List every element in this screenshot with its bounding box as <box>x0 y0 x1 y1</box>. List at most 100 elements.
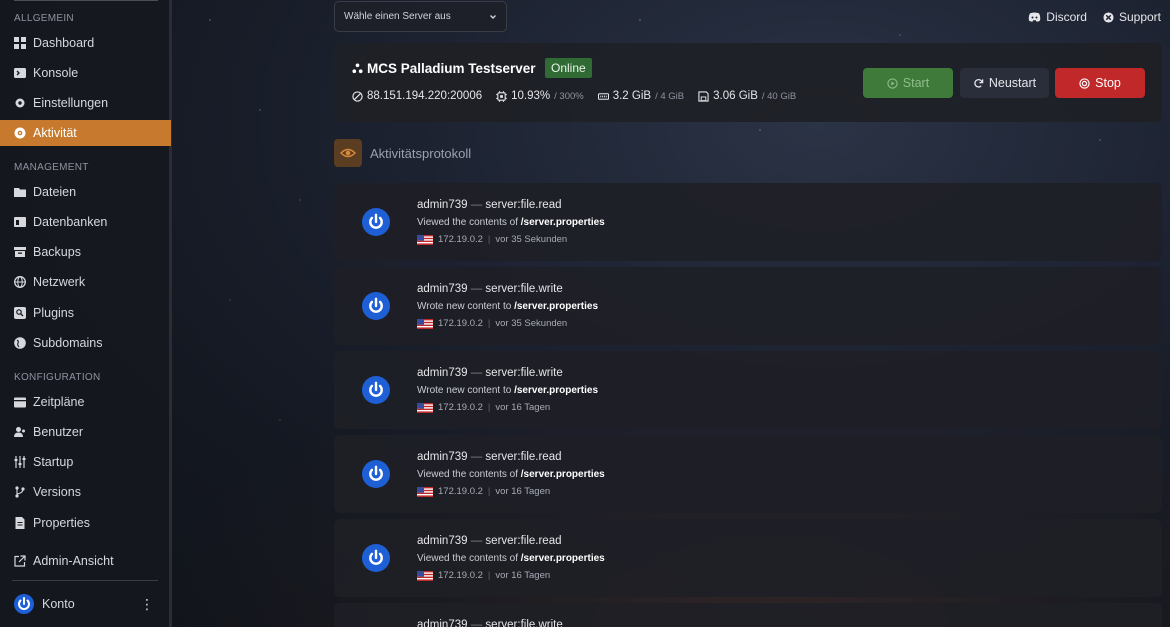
more-options-icon[interactable]: ⋮ <box>140 596 154 612</box>
sidebar-item-schedules[interactable]: Zeitpläne <box>0 389 171 415</box>
sidebar-item-backups[interactable]: Backups <box>0 239 171 265</box>
sidebar-item-label: Aktivität <box>33 126 77 140</box>
activity-heading: admin739 — server:file.write <box>417 283 563 295</box>
sidebar-item-settings[interactable]: Einstellungen <box>0 90 171 116</box>
archive-icon <box>14 246 26 258</box>
activity-row[interactable]: admin739 — server:file.read Viewed the c… <box>334 435 1162 513</box>
server-stats: 88.151.194.220:20006 10.93% / 300% 3.2 G… <box>352 90 796 102</box>
globe-icon <box>14 276 26 288</box>
power-icon <box>369 213 383 229</box>
server-select[interactable]: Wähle einen Server aus <box>334 1 507 32</box>
support-link[interactable]: Support <box>1103 10 1161 24</box>
sidebar-item-label: Zeitpläne <box>33 395 85 409</box>
git-branch-icon <box>14 486 26 498</box>
sidebar-item-subdomains[interactable]: Subdomains <box>0 330 171 356</box>
activity-meta: 172.19.0.2 | vor 16 Tagen <box>417 486 550 497</box>
stop-button[interactable]: Stop <box>1055 68 1145 98</box>
page-title: Aktivitätsprotokoll <box>370 146 472 161</box>
discord-label: Discord <box>1046 10 1087 24</box>
terminal-icon <box>14 67 26 79</box>
users-icon <box>14 426 26 438</box>
activity-description: Wrote new content to /server.properties <box>417 301 598 312</box>
activity-row[interactable]: admin739 — server:file.write Wrote new c… <box>334 351 1162 429</box>
sidebar-item-files[interactable]: Dateien <box>0 179 171 205</box>
folder-icon <box>14 186 26 198</box>
sidebar-item-startup[interactable]: Startup <box>0 449 171 475</box>
activity-time: vor 16 Tagen <box>495 486 551 497</box>
power-icon <box>369 465 383 481</box>
cpu-limit: / 300% <box>554 90 584 102</box>
activity-desc-text: Viewed the contents of <box>417 553 518 564</box>
sidebar-item-admin-view[interactable]: Admin-Ansicht <box>0 548 171 574</box>
server-title: MCS Palladium Testserver <box>352 61 536 76</box>
us-flag-icon <box>417 234 433 245</box>
activity-row[interactable]: admin739 — server:file.read Viewed the c… <box>334 519 1162 597</box>
avatar <box>362 292 390 320</box>
cpu-usage: 10.93% <box>511 90 551 102</box>
sidebar-item-plugins[interactable]: Plugins <box>0 300 171 326</box>
memory-limit: / 4 GiB <box>655 90 685 102</box>
activity-user: admin739 <box>417 199 468 211</box>
eye-icon <box>14 127 26 139</box>
activity-description: Viewed the contents of /server.propertie… <box>417 217 605 228</box>
activity-time: vor 35 Sekunden <box>495 234 568 245</box>
sidebar-item-label: Versions <box>33 485 81 499</box>
activity-row[interactable]: admin739 — server:file.write Wrote new c… <box>334 267 1162 345</box>
activity-heading: admin739 — server:file.read <box>417 535 562 547</box>
gear-icon <box>14 97 26 109</box>
stat-address: 88.151.194.220:20006 <box>352 90 482 102</box>
disk-limit: / 40 GiB <box>761 90 797 102</box>
discord-link[interactable]: Discord <box>1028 10 1087 24</box>
restart-button[interactable]: Neustart <box>960 68 1049 98</box>
database-icon <box>14 216 26 228</box>
activity-meta: 172.19.0.2 | vor 35 Sekunden <box>417 318 567 329</box>
power-icon <box>18 597 30 610</box>
activity-ip: 172.19.0.2 <box>438 234 483 245</box>
support-label: Support <box>1118 10 1161 24</box>
sidebar-item-label: Dateien <box>33 185 77 199</box>
sidebar-item-label: Plugins <box>33 306 74 320</box>
sidebar-item-users[interactable]: Benutzer <box>0 419 171 445</box>
activity-ip: 172.19.0.2 <box>438 570 483 581</box>
activity-meta: 172.19.0.2 | vor 16 Tagen <box>417 570 550 581</box>
activity-time: vor 16 Tagen <box>495 402 551 413</box>
activity-time: vor 16 Tagen <box>495 570 551 581</box>
disk-usage: 3.06 GiB <box>713 90 758 102</box>
cluster-icon <box>352 63 363 74</box>
activity-event: server:file.read <box>485 451 562 463</box>
sidebar-item-console[interactable]: Konsole <box>0 60 171 86</box>
activity-event: server:file.write <box>485 619 563 627</box>
sidebar-item-properties[interactable]: Properties <box>0 510 171 536</box>
activity-row[interactable]: admin739 — server:file.write <box>334 603 1162 627</box>
activity-user: admin739 <box>417 367 468 379</box>
activity-target: /server.properties <box>520 217 605 228</box>
restart-label: Neustart <box>988 76 1037 90</box>
sidebar-item-network[interactable]: Netzwerk <box>0 269 171 295</box>
activity-row[interactable]: admin739 — server:file.read Viewed the c… <box>334 183 1162 261</box>
sidebar-item-databases[interactable]: Datenbanken <box>0 209 171 235</box>
discord-icon <box>1029 12 1041 22</box>
activity-meta: 172.19.0.2 | vor 16 Tagen <box>417 402 550 413</box>
stat-memory: 3.2 GiB / 4 GiB <box>597 90 685 102</box>
activity-target: /server.properties <box>514 301 599 312</box>
activity-user: admin739 <box>417 619 468 627</box>
sidebar-item-label: Konsole <box>33 66 79 80</box>
sidebar-item-label: Netzwerk <box>33 275 86 289</box>
activity-heading: admin739 — server:file.read <box>417 199 562 211</box>
activity-target: /server.properties <box>520 553 605 564</box>
sidebar-item-dashboard[interactable]: Dashboard <box>0 30 171 56</box>
avatar <box>362 460 390 488</box>
activity-event: server:file.read <box>485 535 562 547</box>
sidebar-item-label: Einstellungen <box>33 96 109 110</box>
avatar <box>362 208 390 236</box>
account-menu[interactable]: Konto <box>14 594 75 614</box>
plugin-icon <box>14 307 26 319</box>
activity-desc-text: Viewed the contents of <box>417 217 518 228</box>
sidebar-item-versions[interactable]: Versions <box>0 479 171 505</box>
power-icon <box>369 549 383 565</box>
start-button[interactable]: Start <box>863 68 953 98</box>
sidebar-item-activity[interactable]: Aktivität <box>0 120 171 146</box>
external-link-icon <box>14 555 26 567</box>
support-icon <box>1103 11 1114 23</box>
server-card: MCS Palladium Testserver Online 88.151.1… <box>334 43 1162 122</box>
